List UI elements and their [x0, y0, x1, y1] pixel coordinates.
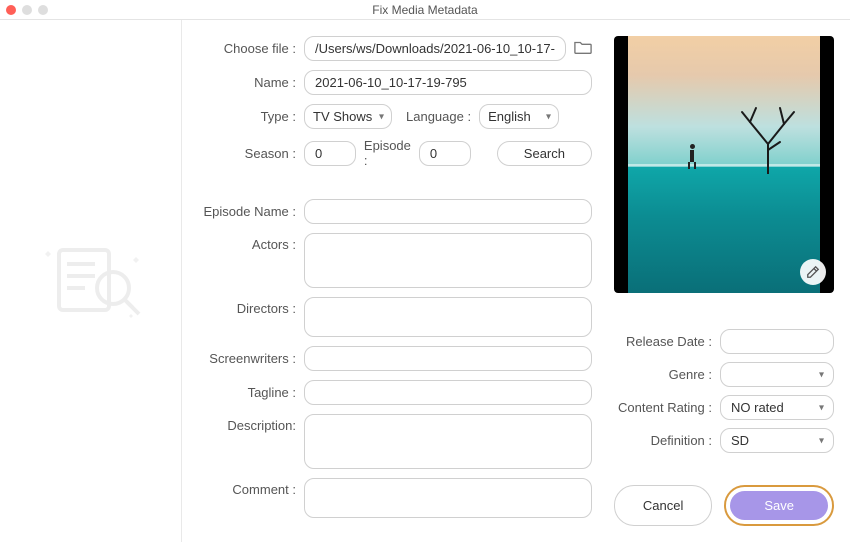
choose-file-input[interactable]	[304, 36, 566, 61]
titlebar: Fix Media Metadata	[0, 0, 850, 20]
season-label: Season :	[192, 146, 304, 161]
window-title: Fix Media Metadata	[0, 3, 850, 17]
edit-icon	[806, 265, 820, 279]
season-input[interactable]	[304, 141, 356, 166]
definition-label: Definition :	[612, 433, 720, 448]
save-button-highlight: Save	[724, 485, 834, 526]
name-label: Name :	[192, 75, 304, 90]
description-label: Description:	[192, 414, 304, 433]
content-rating-select[interactable]: NO rated	[720, 395, 834, 420]
folder-icon[interactable]	[574, 39, 592, 58]
metadata-form: Choose file : Name : Type :	[182, 20, 602, 542]
directors-input[interactable]	[304, 297, 592, 337]
search-button[interactable]: Search	[497, 141, 592, 166]
content-rating-label: Content Rating :	[612, 400, 720, 415]
release-date-label: Release Date :	[612, 334, 720, 349]
definition-select[interactable]: SD	[720, 428, 834, 453]
genre-label: Genre :	[612, 367, 720, 382]
actors-input[interactable]	[304, 233, 592, 288]
episode-name-input[interactable]	[304, 199, 592, 224]
release-date-input[interactable]	[720, 329, 834, 354]
maximize-window-button[interactable]	[38, 5, 48, 15]
right-form: Release Date : Genre : ▾ Content R	[612, 329, 834, 461]
description-input[interactable]	[304, 414, 592, 469]
screenwriters-input[interactable]	[304, 346, 592, 371]
close-window-button[interactable]	[6, 5, 16, 15]
type-label: Type :	[192, 109, 304, 124]
screenwriters-label: Screenwriters :	[192, 351, 304, 366]
comment-label: Comment :	[192, 478, 304, 497]
type-select[interactable]: TV Shows	[304, 104, 392, 129]
cover-art	[614, 36, 834, 293]
tagline-label: Tagline :	[192, 385, 304, 400]
cancel-button[interactable]: Cancel	[614, 485, 712, 526]
actors-label: Actors :	[192, 233, 304, 252]
minimize-window-button[interactable]	[22, 5, 32, 15]
language-select[interactable]: English	[479, 104, 559, 129]
save-button[interactable]: Save	[730, 491, 828, 520]
episode-label: Episode :	[364, 138, 411, 168]
choose-file-label: Choose file :	[192, 41, 304, 56]
language-label: Language :	[406, 109, 471, 124]
episode-input[interactable]	[419, 141, 471, 166]
search-document-illustration	[31, 236, 151, 326]
directors-label: Directors :	[192, 297, 304, 316]
name-input[interactable]	[304, 70, 592, 95]
tagline-input[interactable]	[304, 380, 592, 405]
genre-select[interactable]	[720, 362, 834, 387]
edit-cover-button[interactable]	[800, 259, 826, 285]
comment-input[interactable]	[304, 478, 592, 518]
episode-name-label: Episode Name :	[192, 204, 304, 219]
sidebar	[0, 20, 182, 542]
